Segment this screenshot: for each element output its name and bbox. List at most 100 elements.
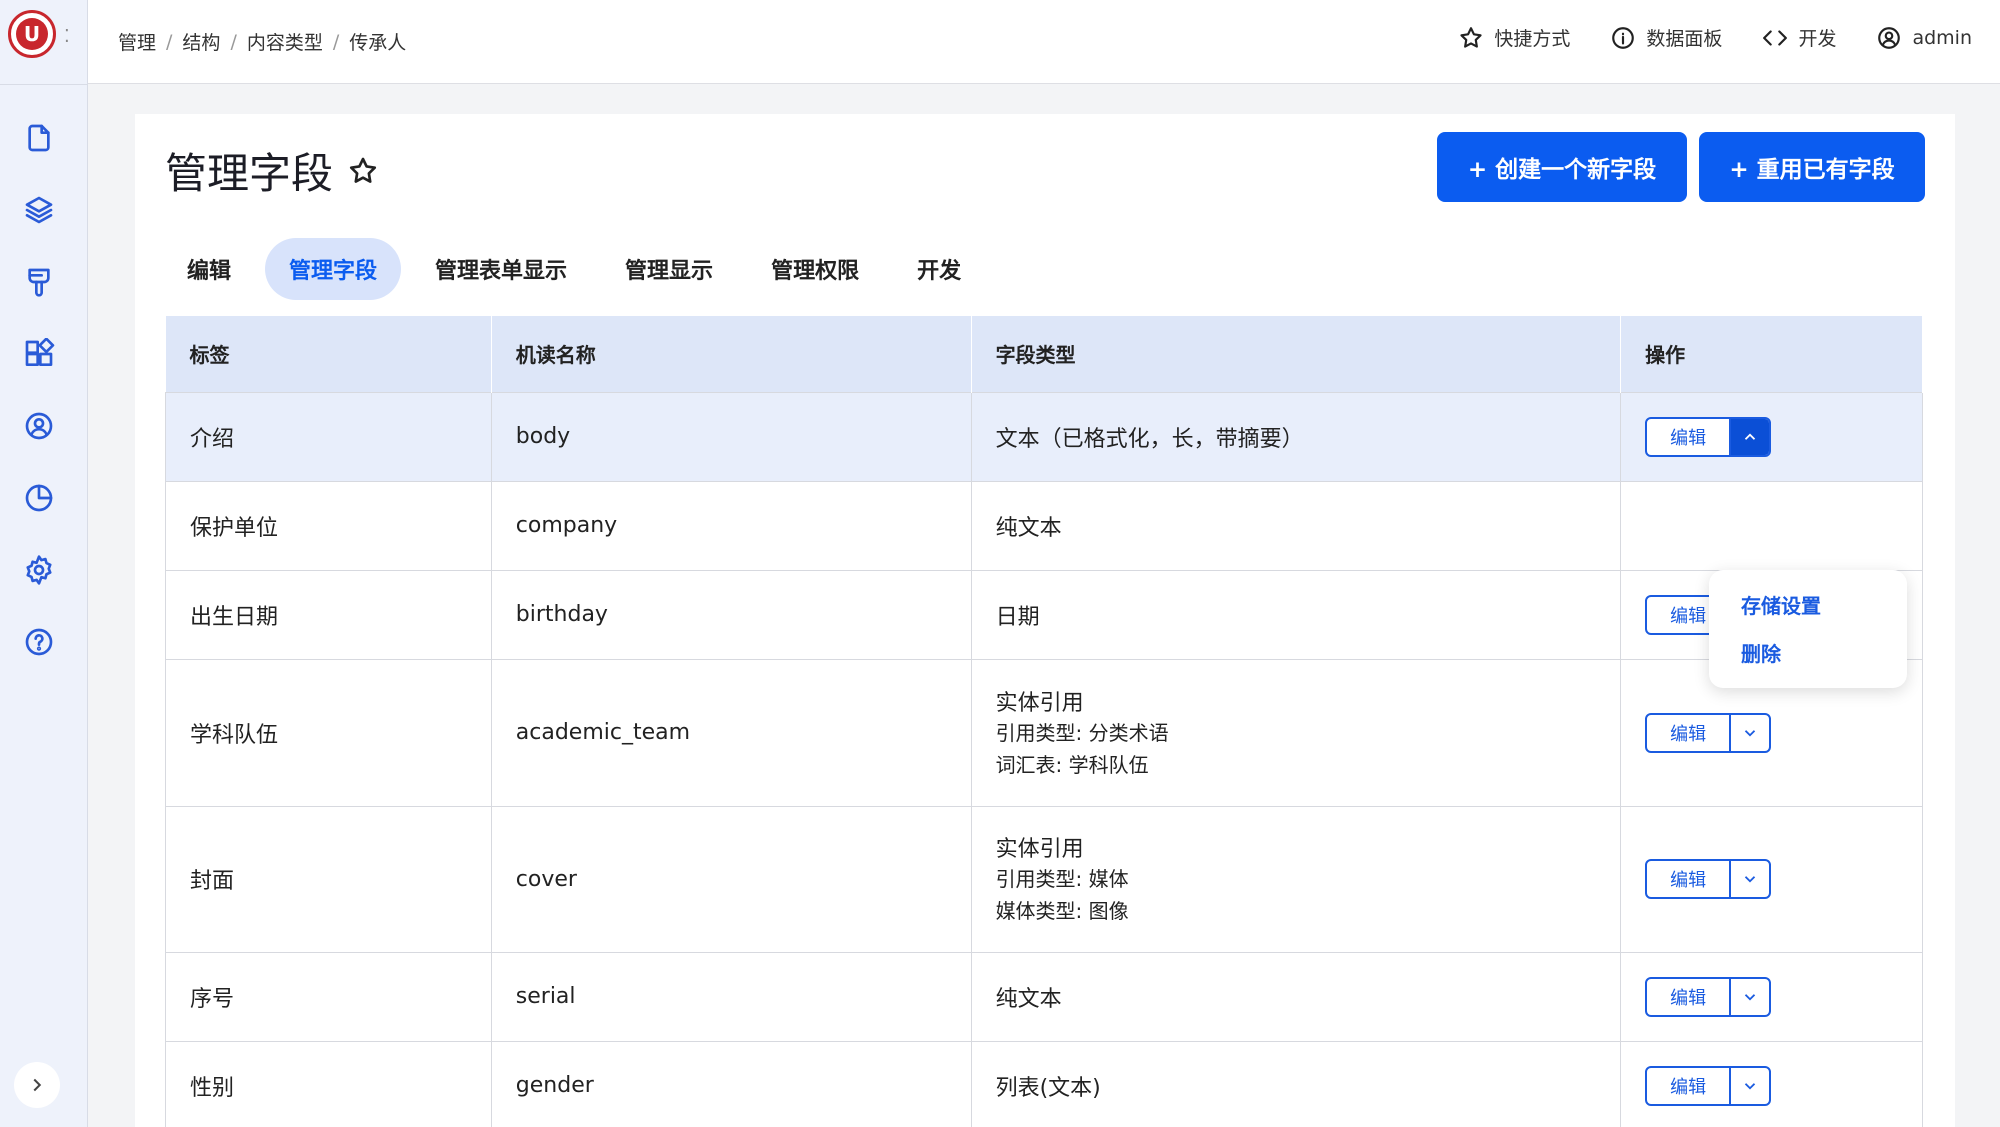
blocks-icon[interactable] [20, 335, 58, 373]
field-type: 列表(文本) [970, 1040, 1622, 1127]
field-label: 性别 [165, 1040, 492, 1127]
brush-icon[interactable] [20, 263, 58, 301]
user-name: admin [1912, 26, 1972, 49]
file-icon[interactable] [20, 119, 58, 157]
table-row: 保护单位 company 纯文本 [165, 480, 1923, 571]
operations-split-button: 编辑 [1645, 859, 1772, 899]
header-machine-name[interactable]: 机读名称 [491, 316, 972, 392]
shortcuts-link[interactable]: 快捷方式 [1458, 24, 1570, 51]
sidebar: U ⁚ [0, 0, 88, 1127]
logo-menu-icon[interactable]: ⁚ [64, 26, 70, 47]
field-machine-name: gender [490, 1040, 972, 1127]
tab-manage-fields[interactable]: 管理字段 [265, 238, 402, 300]
operations-cell: 编辑 [1620, 391, 1923, 482]
field-label: 封面 [165, 805, 492, 953]
user-circle-icon [1878, 26, 1901, 49]
field-type: 纯文本 [970, 951, 1622, 1042]
breadcrumb-separator: / [332, 30, 340, 53]
user-menu[interactable]: admin [1876, 25, 1972, 51]
edit-button[interactable]: 编辑 [1647, 861, 1732, 897]
edit-button[interactable]: 编辑 [1647, 978, 1732, 1015]
chevron-right-icon [33, 1078, 42, 1092]
dashboard-link[interactable]: 数据面板 [1610, 24, 1722, 51]
code-icon [1763, 29, 1788, 46]
gear-icon[interactable] [20, 551, 58, 589]
field-type: 实体引用 引用类型: 媒体 媒体类型: 图像 [970, 805, 1622, 953]
field-label: 学科队伍 [165, 658, 492, 807]
edit-button[interactable]: 编辑 [1647, 418, 1732, 455]
logo-mark: U [16, 18, 48, 50]
operations-split-button: 编辑 [1645, 416, 1772, 457]
help-icon[interactable] [20, 623, 58, 661]
tab-develop[interactable]: 开发 [893, 238, 985, 300]
field-machine-name: body [490, 391, 972, 482]
field-machine-name: company [490, 480, 972, 571]
user-icon[interactable] [20, 407, 58, 445]
star-icon[interactable] [347, 155, 379, 187]
breadcrumb: 管理 / 结构 / 内容类型 / 传承人 [118, 28, 406, 55]
chevron-up-icon [1744, 432, 1756, 440]
header-label[interactable]: 标签 [165, 316, 492, 392]
field-type-main: 实体引用 [995, 690, 1084, 716]
breadcrumb-item[interactable]: 内容类型 [247, 28, 323, 55]
table-row: 学科队伍 academic_team 实体引用 引用类型: 分类术语 词汇表: … [165, 658, 1923, 807]
field-type: 纯文本 [970, 480, 1622, 571]
dropdown-toggle[interactable] [1731, 1068, 1769, 1104]
breadcrumb-item[interactable]: 结构 [182, 28, 220, 55]
field-label: 介绍 [165, 391, 492, 482]
operations-split-button: 编辑 [1645, 976, 1772, 1017]
logo[interactable]: U [8, 10, 56, 58]
header-field-type[interactable]: 字段类型 [971, 316, 1622, 392]
field-type-main: 实体引用 [995, 837, 1084, 862]
edit-button[interactable]: 编辑 [1647, 714, 1732, 751]
develop-label: 开发 [1798, 28, 1837, 50]
field-type: 文本（已格式化，长，带摘要） [970, 391, 1622, 482]
operations-cell [1620, 480, 1923, 571]
table-row: 性别 gender 列表(文本) 编辑 [165, 1040, 1923, 1127]
operations-split-button: 编辑 [1645, 712, 1772, 753]
expand-sidebar-button[interactable] [14, 1062, 60, 1108]
layers-icon[interactable] [20, 191, 58, 229]
create-field-button[interactable]: + 创建一个新字段 [1437, 132, 1687, 202]
breadcrumb-separator: / [230, 30, 237, 53]
page-title: 管理字段 [165, 140, 379, 201]
table-row: 介绍 body 文本（已格式化，长，带摘要） 编辑 [165, 391, 1923, 482]
chevron-down-icon [1744, 729, 1756, 737]
field-label: 序号 [165, 951, 492, 1042]
table-header-row: 标签 机读名称 字段类型 操作 [165, 316, 1923, 392]
chevron-down-icon [1744, 1082, 1756, 1090]
menu-item-delete[interactable]: 删除 [1741, 638, 1907, 686]
field-machine-name: birthday [490, 569, 972, 660]
field-type: 日期 [970, 569, 1622, 660]
menu-item-storage-settings[interactable]: 存储设置 [1741, 590, 1907, 638]
tab-edit[interactable]: 编辑 [163, 238, 255, 300]
divider [0, 84, 88, 85]
dropdown-toggle[interactable] [1731, 861, 1769, 897]
develop-link[interactable]: 开发 [1762, 24, 1836, 51]
top-actions: 快捷方式 数据面板 开发 admin [1458, 24, 1972, 51]
tab-manage-permissions[interactable]: 管理权限 [747, 238, 883, 300]
info-icon [1612, 26, 1635, 49]
chevron-down-icon [1744, 993, 1756, 1001]
dashboard-label: 数据面板 [1646, 28, 1723, 50]
pie-chart-icon[interactable] [20, 479, 58, 517]
tab-manage-display[interactable]: 管理显示 [601, 238, 737, 300]
breadcrumb-item[interactable]: 管理 [118, 28, 156, 55]
dropdown-toggle[interactable] [1731, 979, 1769, 1015]
operations-dropdown-menu: 存储设置 删除 [1709, 570, 1907, 688]
edit-button[interactable]: 编辑 [1647, 1067, 1732, 1104]
field-type: 实体引用 引用类型: 分类术语 词汇表: 学科队伍 [970, 658, 1622, 807]
dropdown-toggle[interactable] [1731, 418, 1770, 455]
table-row: 出生日期 birthday 日期 编辑 [165, 569, 1923, 660]
field-label: 保护单位 [165, 480, 492, 571]
operations-cell: 编辑 [1620, 805, 1923, 953]
field-type-detail: 引用类型: 媒体 [995, 867, 1129, 891]
table-row: 封面 cover 实体引用 引用类型: 媒体 媒体类型: 图像 编辑 [165, 805, 1923, 953]
main-panel: 管理字段 + 创建一个新字段 + 重用已有字段 编辑 管理字段 管理表单显示 管… [135, 114, 1955, 1127]
reuse-field-button[interactable]: + 重用已有字段 [1699, 132, 1925, 202]
field-machine-name: serial [490, 951, 972, 1042]
topbar: 管理 / 结构 / 内容类型 / 传承人 快捷方式 数据面板 开发 admin [88, 0, 2000, 84]
dropdown-toggle[interactable] [1731, 715, 1769, 751]
breadcrumb-item[interactable]: 传承人 [349, 28, 406, 55]
tab-manage-form-display[interactable]: 管理表单显示 [411, 238, 591, 300]
